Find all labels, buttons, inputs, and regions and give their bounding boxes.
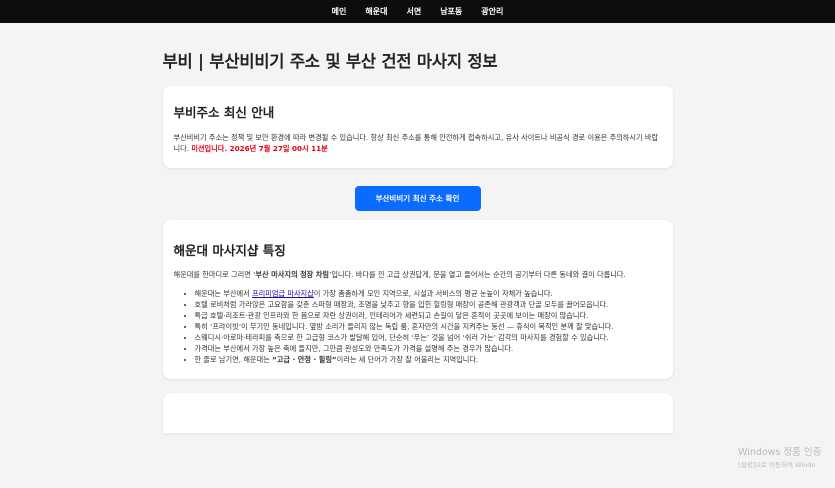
windows-activation-watermark: Windows 정품 인증 [설정]으로 이동하여 Windo [738, 444, 821, 469]
section-intro: 해운대를 한마디로 그리면 ‘부산 마사지의 정장 차림’입니다. 바다를 낀 … [174, 269, 662, 280]
list-item: 스웨디시·아로마·테라피를 축으로 한 고급형 코스가 발달해 있어, 단순히 … [195, 332, 662, 343]
bullet1-text-a: 해운대는 부산에서 [194, 289, 252, 298]
notice-highlight: 미션입니다. 2026년 7월 27일 00시 11분 [191, 144, 328, 153]
nav-item-haeundae[interactable]: 해운대 [365, 6, 387, 17]
list-item: 해운대는 부산에서 프리미엄급 마사지샵이 가장 촘촘하게 모인 지역으로, 시… [195, 288, 662, 299]
last-bold: “고급 · 안정 · 힐링” [272, 355, 337, 364]
notice-card: 부비주소 최신 안내 부산비비기 주소는 정책 및 보안 환경에 따라 변경될 … [162, 86, 673, 168]
nav-item-nampodong[interactable]: 남포동 [440, 6, 462, 17]
list-item: 가격대는 부산에서 가장 높은 축에 들지만, 그만큼 완성도와 만족도가 가격… [195, 343, 662, 354]
last-text-a: 한 줄로 남기면, 해운대는 [194, 355, 273, 364]
premium-massage-link[interactable]: 프리미엄급 마사지샵 [252, 289, 314, 298]
main-content: 부비 | 부산비비기 주소 및 부산 건전 마사지 정보 부비주소 최신 안내 … [162, 48, 673, 433]
next-section-card [162, 393, 673, 433]
watermark-line2: [설정]으로 이동하여 Windo [738, 461, 816, 469]
list-item: 특급 호텔·리조트·관광 인프라와 한 몸으로 자란 상권이라, 인테리어가 세… [195, 310, 662, 321]
nav-item-main[interactable]: 메인 [332, 6, 347, 17]
last-text-b: 이라는 세 단어가 가장 잘 어울리는 지역입니다. [336, 355, 479, 364]
cta-row: 부산비비기 최신 주소 확인 [163, 186, 673, 211]
notice-title: 부비주소 최신 안내 [173, 105, 275, 120]
intro-bold: 부산 마사지의 정장 차림 [255, 270, 330, 279]
intro-text-a: 해운대를 한마디로 그리면 ‘ [173, 270, 256, 279]
top-nav: 메인 해운대 서면 남포동 광안리 [0, 0, 835, 23]
watermark-line1: Windows 정품 인증 [738, 447, 822, 458]
latest-address-button[interactable]: 부산비비기 최신 주소 확인 [354, 186, 481, 211]
feature-list: 해운대는 부산에서 프리미엄급 마사지샵이 가장 촘촘하게 모인 지역으로, 시… [174, 288, 662, 365]
nav-item-seomyeon[interactable]: 서면 [406, 6, 421, 17]
list-item: 특히 ‘프라이빗’이 무기인 동네입니다. 옆방 소리가 들리지 않는 독립 룸… [195, 321, 662, 332]
nav-item-gwangalli[interactable]: 광안리 [481, 6, 503, 17]
list-item: 한 줄로 남기면, 해운대는 “고급 · 안정 · 힐링”이라는 세 단어가 가… [195, 354, 662, 365]
notice-text: 부산비비기 주소는 정책 및 보안 환경에 따라 변경될 수 있습니다. 항상 … [174, 132, 662, 154]
page-title: 부비 | 부산비비기 주소 및 부산 건전 마사지 정보 [162, 52, 498, 71]
bullet1-text-b: 이 가장 촘촘하게 모인 지역으로, 시설과 서비스의 평균 눈높이 자체가 높… [313, 289, 553, 298]
haeundae-section: 해운대 마사지샵 특징 해운대를 한마디로 그리면 ‘부산 마사지의 정장 차림… [162, 220, 673, 379]
intro-text-b: ’입니다. 바다를 낀 고급 상권답게, 문을 열고 들어서는 순간의 공기부터… [329, 270, 626, 279]
list-item: 호텔 로비처럼 가라앉은 고요함을 갖춘 스파형 매장과, 조명을 낮추고 향을… [195, 299, 662, 310]
section-title: 해운대 마사지샵 특징 [173, 243, 286, 258]
